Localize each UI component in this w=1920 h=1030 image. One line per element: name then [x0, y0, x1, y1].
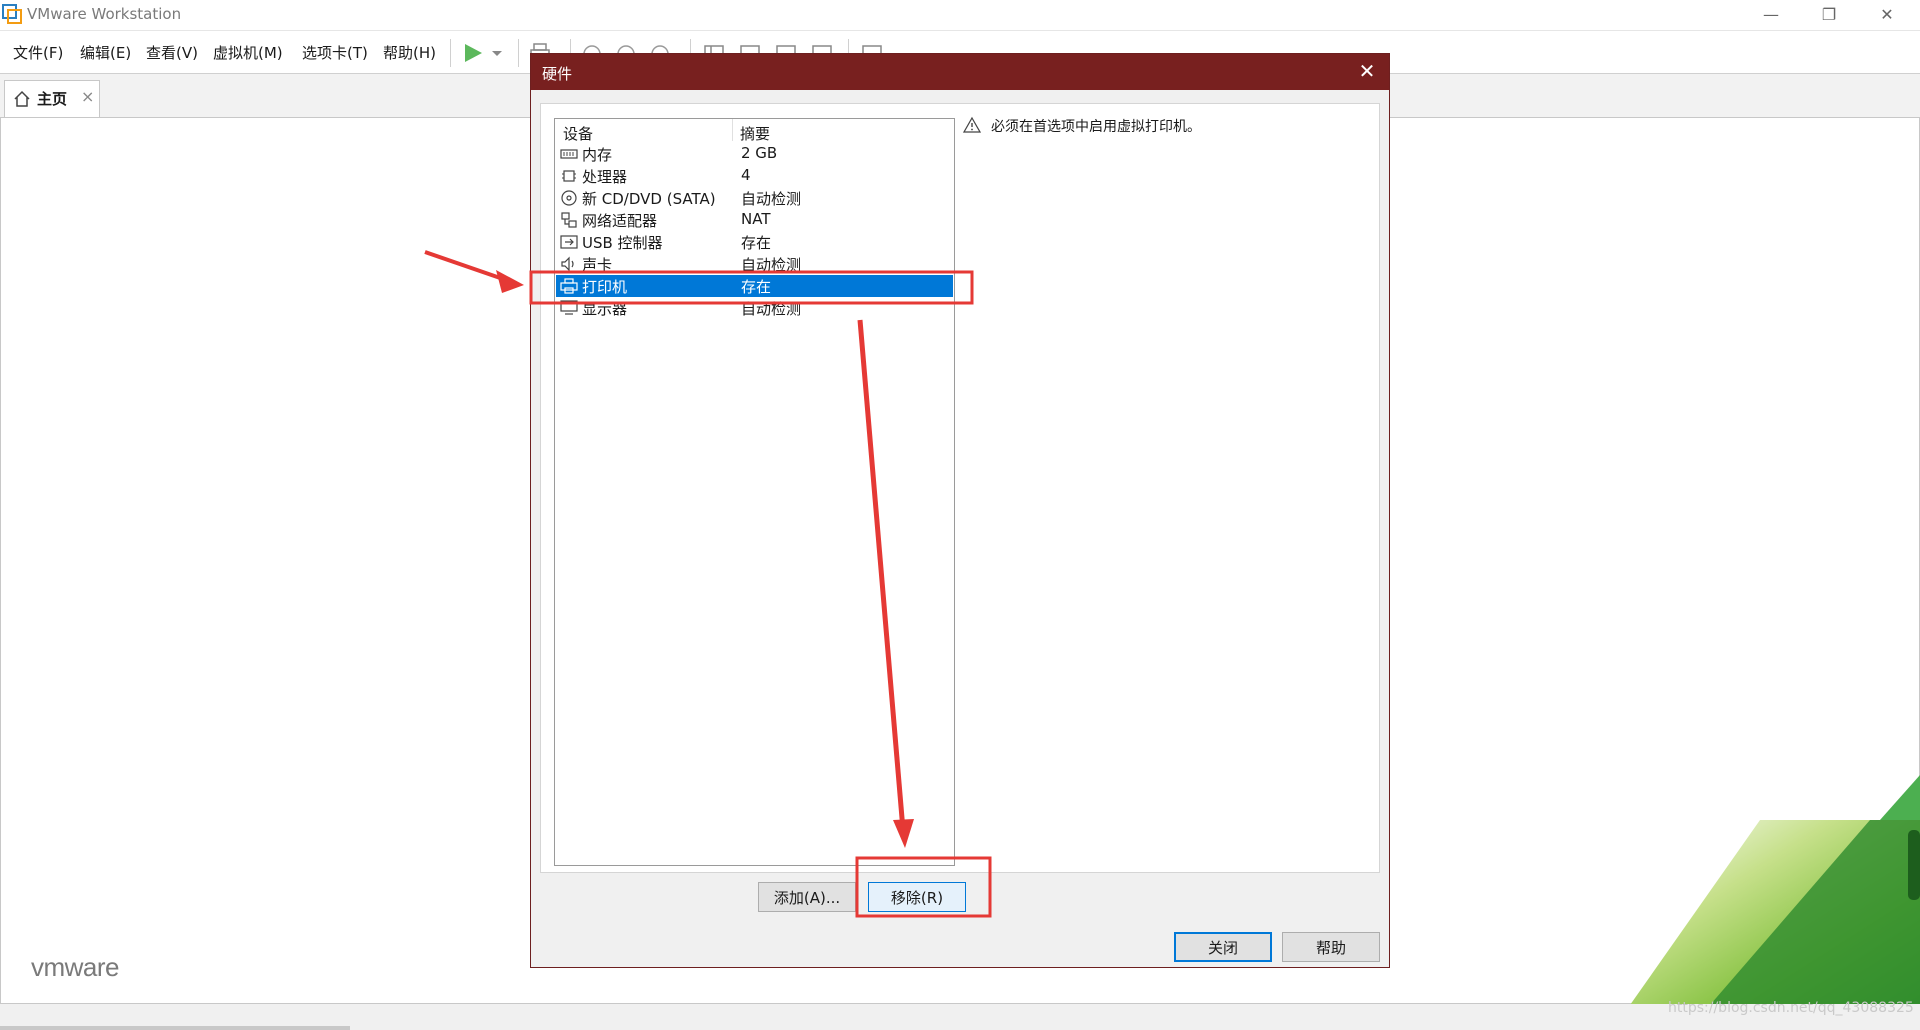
device-name: 打印机 [582, 278, 628, 296]
menu-help[interactable]: 帮助(H) [383, 42, 436, 63]
device-list[interactable]: 设备 摘要 内存 2 GB 处理器 4 新 CD/DVD (SATA) 自动检测… [554, 118, 955, 866]
column-divider[interactable] [732, 119, 733, 141]
monitor-icon [560, 300, 578, 316]
dialog-content-panel: 设备 摘要 内存 2 GB 处理器 4 新 CD/DVD (SATA) 自动检测… [540, 103, 1380, 912]
memory-icon [560, 146, 578, 162]
help-button[interactable]: 帮助 [1282, 932, 1380, 962]
home-icon [13, 90, 31, 108]
play-icon[interactable] [461, 41, 485, 65]
dialog-title-bar: 硬件 ✕ [531, 54, 1389, 90]
horizontal-scrollbar[interactable] [0, 1026, 350, 1030]
network-adapter-icon [560, 212, 578, 228]
window-title-bar: VMware Workstation — ❐ ✕ [0, 0, 1920, 31]
green-decoration [1630, 775, 1920, 1005]
device-row-sound-card[interactable]: 声卡 自动检测 [556, 253, 953, 275]
processor-icon [560, 168, 578, 184]
menu-tabs[interactable]: 选项卡(T) [302, 42, 368, 63]
menu-edit[interactable]: 编辑(E) [80, 42, 131, 63]
toolbar-separator [518, 39, 519, 67]
device-row-processor[interactable]: 处理器 4 [556, 165, 953, 187]
device-summary: 自动检测 [741, 190, 802, 208]
device-name: 声卡 [582, 256, 613, 274]
device-name: 新 CD/DVD (SATA) [582, 190, 716, 208]
cd-dvd-icon [560, 190, 578, 206]
device-summary: 存在 [741, 278, 772, 296]
speaker-icon [560, 256, 578, 272]
warning-icon [962, 116, 982, 134]
tab-close-icon[interactable]: × [81, 87, 94, 106]
device-summary: 自动检测 [741, 256, 802, 274]
column-header-summary[interactable]: 摘要 [740, 123, 770, 144]
dialog-title: 硬件 [542, 65, 573, 83]
device-summary: 2 GB [741, 144, 778, 162]
device-summary: 自动检测 [741, 300, 802, 318]
device-name: 处理器 [582, 168, 628, 186]
dialog-close-icon[interactable]: ✕ [1355, 59, 1379, 83]
device-name: USB 控制器 [582, 234, 663, 252]
device-row-usb-controller[interactable]: USB 控制器 存在 [556, 231, 953, 253]
tab-home-label: 主页 [37, 90, 68, 108]
device-row-display[interactable]: 显示器 自动检测 [556, 297, 953, 319]
toolbar-separator [450, 39, 451, 67]
warning-message: 必须在首选项中启用虚拟打印机。 [991, 119, 1201, 135]
device-row-cd-dvd[interactable]: 新 CD/DVD (SATA) 自动检测 [556, 187, 953, 209]
window-title: VMware Workstation [27, 5, 182, 23]
watermark: https://blog.csdn.net/qq_43088325 [1668, 1000, 1914, 1016]
menu-file[interactable]: 文件(F) [13, 42, 63, 63]
close-button[interactable]: 关闭 [1174, 932, 1272, 962]
add-button[interactable]: 添加(A)... [758, 882, 856, 912]
menu-view[interactable]: 查看(V) [146, 42, 198, 63]
device-name: 显示器 [582, 300, 628, 318]
device-row-memory[interactable]: 内存 2 GB [556, 143, 953, 165]
restore-button[interactable]: ❐ [1801, 0, 1857, 30]
device-summary: 存在 [741, 234, 772, 252]
device-name: 网络适配器 [582, 212, 658, 230]
usb-icon [560, 234, 578, 250]
column-header-device[interactable]: 设备 [563, 123, 593, 144]
device-name: 内存 [582, 146, 613, 164]
window-close-button[interactable]: ✕ [1859, 0, 1915, 30]
hardware-dialog: 硬件 ✕ 设备 摘要 内存 2 GB 处理器 4 新 CD/DVD (SATA)… [530, 53, 1390, 968]
tab-home[interactable]: 主页 × [4, 80, 100, 117]
remove-button[interactable]: 移除(R) [868, 882, 966, 912]
minimize-button[interactable]: — [1743, 0, 1799, 30]
device-summary: 4 [741, 166, 751, 184]
vmware-logo: vmware [31, 952, 120, 982]
chevron-down-icon[interactable] [490, 41, 504, 65]
menu-vm[interactable]: 虚拟机(M) [213, 42, 283, 63]
device-row-network-adapter[interactable]: 网络适配器 NAT [556, 209, 953, 231]
vmware-app-icon [2, 4, 22, 24]
printer-icon [560, 278, 578, 294]
device-summary: NAT [741, 210, 771, 228]
device-row-printer[interactable]: 打印机 存在 [556, 275, 953, 297]
